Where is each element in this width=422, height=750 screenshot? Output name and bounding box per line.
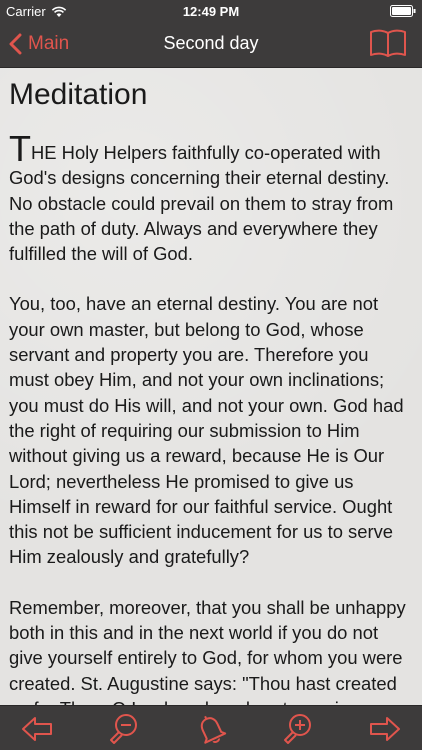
page-title: Second day [163,33,259,53]
status-time: 12:49 PM [182,4,240,19]
book-button[interactable] [368,27,408,59]
article-content[interactable]: Meditation THE Holy Helpers faithfully c… [0,68,422,705]
battery-icon [390,5,416,17]
zoom-out-icon [110,714,137,744]
article-paragraph: You, too, have an eternal destiny. You a… [9,293,404,568]
next-arrow-icon [370,717,400,741]
status-bar: Carrier 12:49 PM [0,0,422,22]
bell-icon [200,715,227,744]
app-screen: Carrier 12:49 PM Main Second day Meditat… [0,0,422,750]
article-paragraph: Remember, moreover, that you shall be un… [9,596,406,705]
paragraph-text: HE Holy Helpers faithfully co-operated w… [9,142,394,265]
zoom-in-icon [284,714,311,744]
bottom-toolbar [0,705,422,750]
drop-cap: T [9,128,31,169]
zoom-in-button[interactable] [281,712,315,746]
previous-button[interactable] [20,712,54,746]
top-bar: Carrier 12:49 PM Main Second day [0,0,422,68]
article-body: Meditation THE Holy Helpers faithfully c… [0,68,422,705]
article-paragraph: THE Holy Helpers faithfully co-operated … [9,131,412,266]
article-heading: Meditation [9,78,148,111]
zoom-out-button[interactable] [107,712,141,746]
nav-bar: Main Second day [0,22,422,67]
next-button[interactable] [368,712,402,746]
book-icon [370,29,406,57]
bell-button[interactable] [194,712,228,746]
prev-arrow-icon [22,717,52,741]
